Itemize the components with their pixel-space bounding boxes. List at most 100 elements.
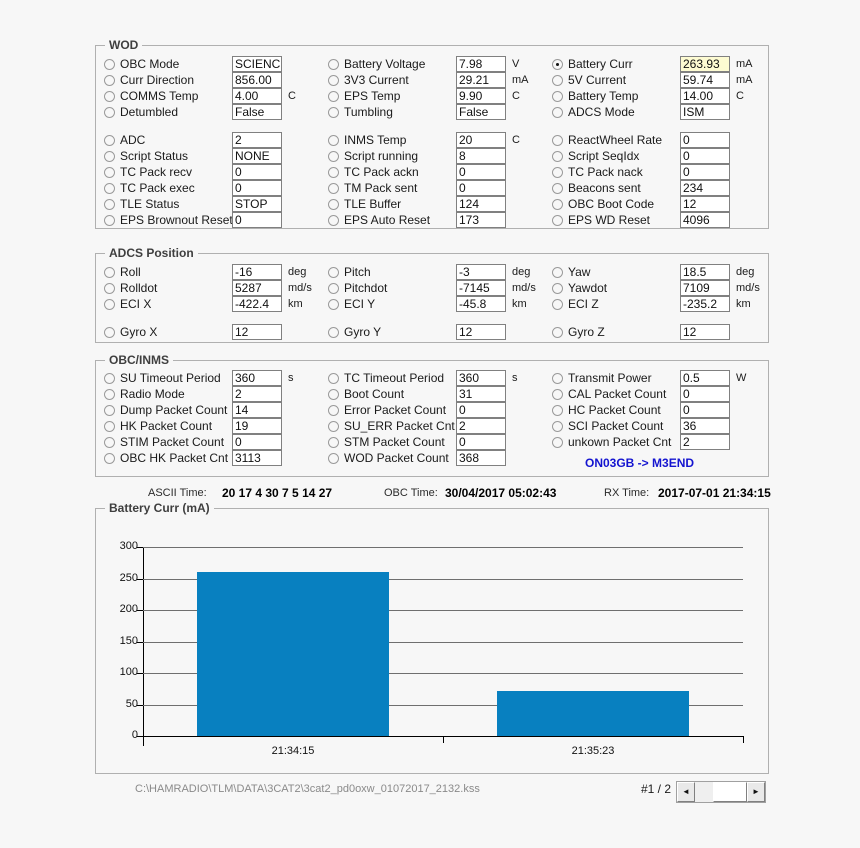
radio-inms-temp[interactable] xyxy=(328,134,339,146)
radio-yawdot[interactable] xyxy=(552,282,563,294)
radio-curr-direction[interactable] xyxy=(104,74,115,86)
radio-pitchdot[interactable] xyxy=(328,282,339,294)
value-field-script-status[interactable]: NONE xyxy=(232,148,282,164)
radio-tm-pack-sent[interactable] xyxy=(328,182,339,194)
value-field-tc-pack-exec[interactable]: 0 xyxy=(232,180,282,196)
value-field-adc[interactable]: 2 xyxy=(232,132,282,148)
value-field-pitch[interactable]: -3 xyxy=(456,264,506,280)
radio-hk-packet-count[interactable] xyxy=(104,420,115,432)
radio-tle-status[interactable] xyxy=(104,198,115,210)
radio-adc[interactable] xyxy=(104,134,115,146)
radio-boot-count[interactable] xyxy=(328,388,339,400)
value-field-tumbling[interactable]: False xyxy=(456,104,506,120)
value-field-eps-temp[interactable]: 9.90 xyxy=(456,88,506,104)
value-field-stim-packet-count[interactable]: 0 xyxy=(232,434,282,450)
radio-script-status[interactable] xyxy=(104,150,115,162)
radio-eps-auto-reset[interactable] xyxy=(328,214,339,226)
value-field-unkown-packet-cnt[interactable]: 2 xyxy=(680,434,730,450)
radio-script-seqidx[interactable] xyxy=(552,150,563,162)
value-field-eci-z[interactable]: -235.2 xyxy=(680,296,730,312)
value-field-inms-temp[interactable]: 20 xyxy=(456,132,506,148)
value-field-detumbled[interactable]: False xyxy=(232,104,282,120)
value-field-hc-packet-count[interactable]: 0 xyxy=(680,402,730,418)
value-field-stm-packet-count[interactable]: 0 xyxy=(456,434,506,450)
value-field-boot-count[interactable]: 31 xyxy=(456,386,506,402)
radio-script-running[interactable] xyxy=(328,150,339,162)
value-field-obc-boot-code[interactable]: 12 xyxy=(680,196,730,212)
value-field-reactwheel-rate[interactable]: 0 xyxy=(680,132,730,148)
value-field-pitchdot[interactable]: -7145 xyxy=(456,280,506,296)
value-field-curr-direction[interactable]: 856.00 xyxy=(232,72,282,88)
value-field-gyro-y[interactable]: 12 xyxy=(456,324,506,340)
value-field-beacons-sent[interactable]: 234 xyxy=(680,180,730,196)
radio-tc-pack-ackn[interactable] xyxy=(328,166,339,178)
radio-beacons-sent[interactable] xyxy=(552,182,563,194)
value-field-tc-pack-nack[interactable]: 0 xyxy=(680,164,730,180)
value-field-tle-buffer[interactable]: 124 xyxy=(456,196,506,212)
value-field-tle-status[interactable]: STOP xyxy=(232,196,282,212)
value-field-radio-mode[interactable]: 2 xyxy=(232,386,282,402)
scroll-left-arrow-icon[interactable]: ◄ xyxy=(677,782,695,802)
radio-eps-brownout-reset[interactable] xyxy=(104,214,115,226)
value-field-cal-packet-count[interactable]: 0 xyxy=(680,386,730,402)
radio-su-err-packet-cnt[interactable] xyxy=(328,420,339,432)
radio-sci-packet-count[interactable] xyxy=(552,420,563,432)
value-field-roll[interactable]: -16 xyxy=(232,264,282,280)
scrollbar-thumb[interactable] xyxy=(713,782,747,802)
value-field-rolldot[interactable]: 5287 xyxy=(232,280,282,296)
radio-unkown-packet-cnt[interactable] xyxy=(552,436,563,448)
radio-transmit-power[interactable] xyxy=(552,372,563,384)
value-field-yawdot[interactable]: 7109 xyxy=(680,280,730,296)
value-field-battery-voltage[interactable]: 7.98 xyxy=(456,56,506,72)
value-field-tm-pack-sent[interactable]: 0 xyxy=(456,180,506,196)
radio-adcs-mode[interactable] xyxy=(552,106,563,118)
value-field-script-running[interactable]: 8 xyxy=(456,148,506,164)
radio-obc-boot-code[interactable] xyxy=(552,198,563,210)
radio-hc-packet-count[interactable] xyxy=(552,404,563,416)
radio-eci-x[interactable] xyxy=(104,298,115,310)
value-field-script-seqidx[interactable]: 0 xyxy=(680,148,730,164)
value-field-obc-hk-packet-cnt[interactable]: 3113 xyxy=(232,450,282,466)
value-field-battery-curr[interactable]: 263.93 xyxy=(680,56,730,72)
radio-obc-hk-packet-cnt[interactable] xyxy=(104,452,115,464)
radio-battery-curr[interactable] xyxy=(552,58,563,70)
value-field-eps-brownout-reset[interactable]: 0 xyxy=(232,212,282,228)
radio-cal-packet-count[interactable] xyxy=(552,388,563,400)
value-field-eci-y[interactable]: -45.8 xyxy=(456,296,506,312)
value-field-su-timeout-period[interactable]: 360 xyxy=(232,370,282,386)
radio-tumbling[interactable] xyxy=(328,106,339,118)
radio-tle-buffer[interactable] xyxy=(328,198,339,210)
scroll-right-arrow-icon[interactable]: ► xyxy=(747,782,765,802)
radio-su-timeout-period[interactable] xyxy=(104,372,115,384)
value-field-sci-packet-count[interactable]: 36 xyxy=(680,418,730,434)
value-field-transmit-power[interactable]: 0.5 xyxy=(680,370,730,386)
radio-eps-wd-reset[interactable] xyxy=(552,214,563,226)
radio-gyro-z[interactable] xyxy=(552,326,563,338)
value-field-3v3-current[interactable]: 29.21 xyxy=(456,72,506,88)
value-field-gyro-z[interactable]: 12 xyxy=(680,324,730,340)
value-field-yaw[interactable]: 18.5 xyxy=(680,264,730,280)
value-field-eps-wd-reset[interactable]: 4096 xyxy=(680,212,730,228)
radio-rolldot[interactable] xyxy=(104,282,115,294)
radio-tc-pack-exec[interactable] xyxy=(104,182,115,194)
value-field-adcs-mode[interactable]: ISM xyxy=(680,104,730,120)
radio-tc-pack-recv[interactable] xyxy=(104,166,115,178)
radio-eci-y[interactable] xyxy=(328,298,339,310)
value-field-eci-x[interactable]: -422.4 xyxy=(232,296,282,312)
radio-gyro-x[interactable] xyxy=(104,326,115,338)
radio-roll[interactable] xyxy=(104,266,115,278)
value-field-obc-mode[interactable]: SCIENCE xyxy=(232,56,282,72)
scrollbar-track[interactable] xyxy=(695,782,747,802)
value-field-tc-timeout-period[interactable]: 360 xyxy=(456,370,506,386)
radio-gyro-y[interactable] xyxy=(328,326,339,338)
value-field-wod-packet-count[interactable]: 368 xyxy=(456,450,506,466)
radio-3v3-current[interactable] xyxy=(328,74,339,86)
value-field-tc-pack-recv[interactable]: 0 xyxy=(232,164,282,180)
radio-wod-packet-count[interactable] xyxy=(328,452,339,464)
value-field-eps-auto-reset[interactable]: 173 xyxy=(456,212,506,228)
radio-detumbled[interactable] xyxy=(104,106,115,118)
radio-eci-z[interactable] xyxy=(552,298,563,310)
radio-eps-temp[interactable] xyxy=(328,90,339,102)
value-field-battery-temp[interactable]: 14.00 xyxy=(680,88,730,104)
value-field-comms-temp[interactable]: 4.00 xyxy=(232,88,282,104)
